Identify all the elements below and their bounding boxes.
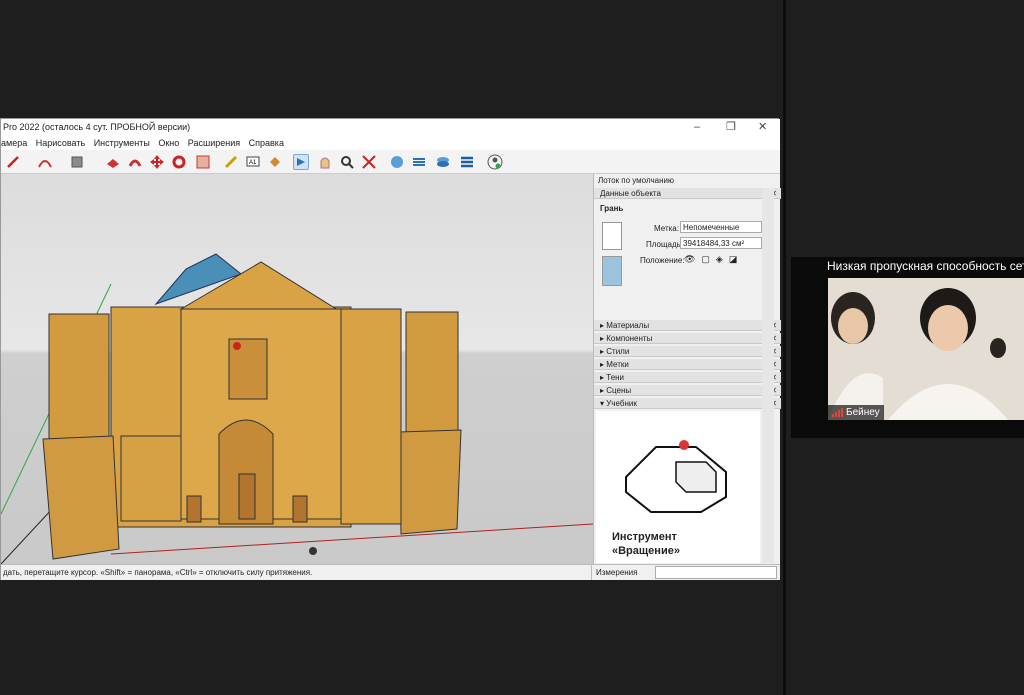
follow-me-icon[interactable]	[127, 154, 143, 170]
zoom-extents-icon[interactable]	[361, 154, 377, 170]
warehouse-icon[interactable]	[389, 154, 405, 170]
tag-label: Метка:	[654, 224, 679, 233]
sandbox-icon[interactable]	[459, 154, 475, 170]
paint-bucket-icon[interactable]	[267, 154, 283, 170]
panel-tags[interactable]: ▸ Метки✕	[594, 359, 781, 370]
push-pull-icon[interactable]	[105, 154, 121, 170]
rotate-icon[interactable]	[171, 154, 187, 170]
move-icon[interactable]	[149, 154, 165, 170]
instructor-content: Инструмент «Вращение»	[596, 411, 760, 563]
panel-label: Материалы	[606, 321, 650, 330]
status-bar: дать, перетащите курсор. «Shift» = панор…	[1, 564, 780, 580]
visibility-icons[interactable]: 👁▢◈◪	[684, 254, 743, 265]
shape-icon[interactable]	[69, 154, 85, 170]
video-tile[interactable]: Низкая пропускная способность сет Бейнеу	[791, 257, 1024, 438]
panel-label: Метки	[606, 360, 629, 369]
model-viewport[interactable]	[1, 174, 593, 564]
pencil-icon[interactable]	[5, 154, 21, 170]
title-bar: Pro 2022 (осталось 4 сут. ПРОБНОЙ версии…	[1, 119, 780, 136]
orbit-icon[interactable]	[293, 154, 309, 170]
measurements-label: Измерения	[591, 565, 637, 580]
extension-icon[interactable]	[411, 154, 427, 170]
arc-icon[interactable]	[37, 154, 53, 170]
panel-materials[interactable]: ▸ Материалы✕	[594, 320, 781, 331]
shared-screen-window: Pro 2022 (осталось 4 сут. ПРОБНОЙ версии…	[0, 118, 781, 580]
bandwidth-warning: Низкая пропускная способность сет	[827, 259, 1024, 273]
entity-type: Грань	[600, 204, 624, 213]
scale-icon[interactable]	[195, 154, 211, 170]
panel-label: Стили	[606, 347, 630, 356]
svg-text:A1: A1	[249, 160, 257, 166]
rotate-tool-illustration	[625, 440, 727, 513]
panel-components[interactable]: ▸ Компоненты✕	[594, 333, 781, 344]
position-label: Положение:	[640, 256, 685, 265]
status-text: дать, перетащите курсор. «Shift» = панор…	[3, 568, 313, 577]
instructor-title-2: «Вращение»	[612, 545, 680, 557]
area-value: 39418484,33 см²	[683, 239, 745, 248]
panel-styles[interactable]: ▸ Стили✕	[594, 346, 781, 357]
tag-select[interactable]: Непомеченные	[680, 221, 762, 233]
close-icon[interactable]: ✕	[758, 119, 767, 136]
participant-name: Бейнеу	[846, 407, 880, 418]
entity-info-header[interactable]: Данные объекта ✕	[594, 188, 781, 199]
toolbar: A1	[1, 150, 780, 174]
zoom-icon[interactable]	[339, 154, 355, 170]
material-swatch[interactable]	[602, 256, 622, 286]
panel-label: Сцены	[606, 386, 632, 395]
tape-measure-icon[interactable]	[223, 154, 239, 170]
participant-name-badge: Бейнеу	[828, 405, 884, 420]
entity-info-label: Данные объекта	[600, 189, 661, 198]
screen: Pro 2022 (осталось 4 сут. ПРОБНОЙ версии…	[0, 0, 1024, 695]
menu-help[interactable]: Справка	[249, 136, 284, 150]
face-swatch[interactable]	[602, 222, 622, 250]
instructor-title-1: Инструмент	[612, 531, 677, 543]
measurements-field[interactable]	[655, 566, 777, 579]
pan-icon[interactable]	[317, 154, 333, 170]
participant-video: Бейнеу	[828, 278, 1024, 420]
layers-icon[interactable]	[435, 154, 451, 170]
panel-instructor[interactable]: ▾ Учебник✕	[594, 398, 781, 409]
window-title: Pro 2022 (осталось 4 сут. ПРОБНОЙ версии…	[3, 122, 191, 132]
panel-label: Компоненты	[606, 334, 653, 343]
menu-tools[interactable]: Инструменты	[94, 136, 150, 150]
maximize-icon[interactable]: ❐	[726, 119, 736, 136]
tray-scrollbar[interactable]	[762, 188, 774, 563]
panel-scenes[interactable]: ▸ Сцены✕	[594, 385, 781, 396]
split-divider[interactable]	[783, 0, 786, 695]
minimize-icon[interactable]: –	[694, 119, 700, 136]
menu-extensions[interactable]: Расширения	[188, 136, 240, 150]
menu-window[interactable]: Окно	[158, 136, 179, 150]
menu-bar: амера Нарисовать Инструменты Окно Расшир…	[1, 136, 780, 150]
area-field[interactable]: 39418484,33 см²	[680, 237, 762, 249]
user-icon[interactable]	[487, 154, 503, 170]
default-tray: Лоток по умолчанию Данные объекта ✕ Гран…	[593, 174, 781, 564]
tray-title: Лоток по умолчанию	[598, 176, 674, 185]
area-label: Площадь:	[646, 240, 684, 249]
tag-value: Непомеченные	[683, 223, 740, 232]
menu-camera[interactable]: амера	[1, 136, 27, 150]
panel-label: Учебник	[606, 399, 637, 408]
text-icon[interactable]: A1	[245, 154, 261, 170]
signal-icon	[832, 408, 843, 417]
panel-label: Тени	[606, 373, 625, 382]
panel-shadows[interactable]: ▸ Тени✕	[594, 372, 781, 383]
menu-draw[interactable]: Нарисовать	[36, 136, 85, 150]
